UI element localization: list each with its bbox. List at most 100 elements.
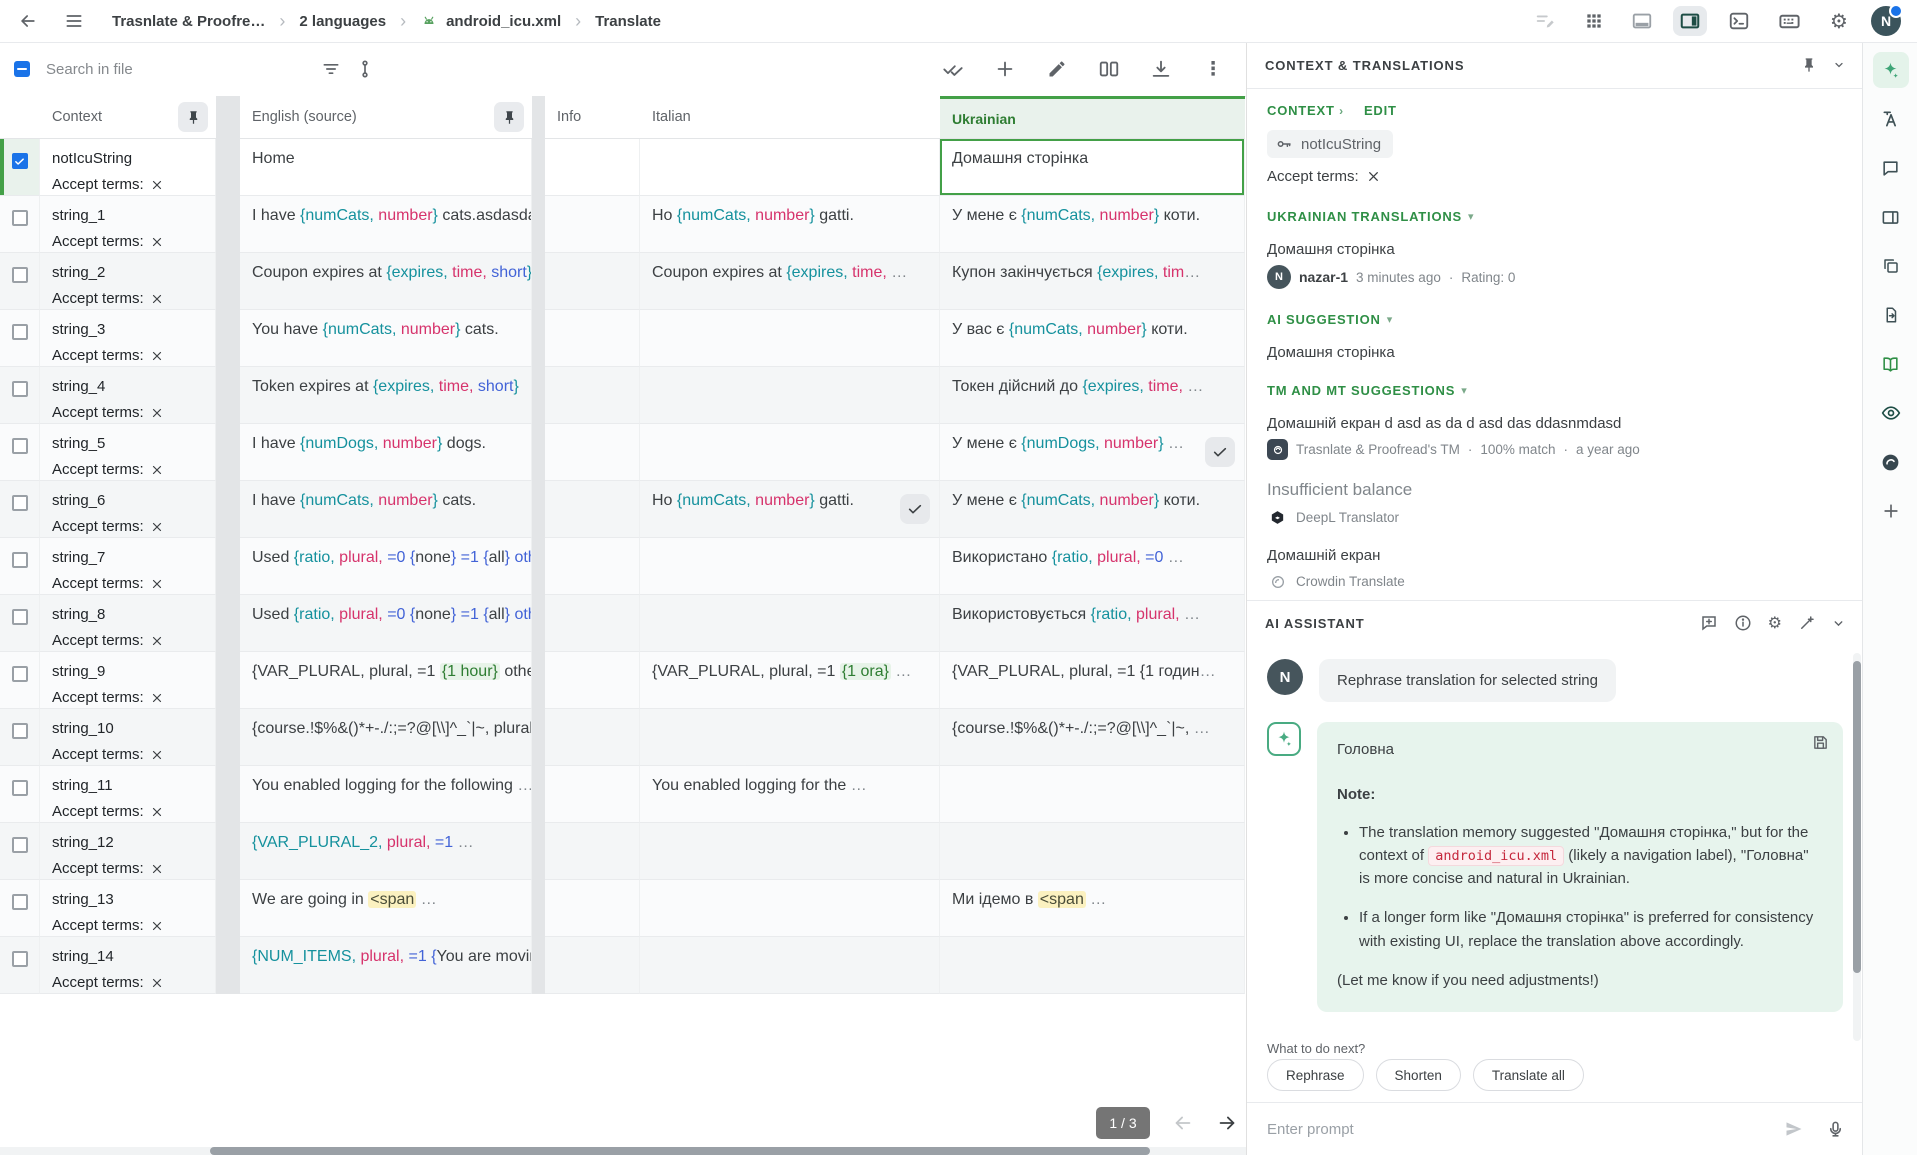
string-key-chip[interactable]: notIcuString (1267, 130, 1393, 158)
pin-column-icon[interactable] (178, 102, 208, 132)
mt-suggestion-crowdin[interactable]: Домашній екран Crowdin Translate (1267, 547, 1843, 592)
edit-link[interactable]: EDIT (1364, 103, 1397, 118)
source-cell-english[interactable]: You enabled logging for the following … (240, 766, 532, 823)
row-select-cell[interactable] (0, 253, 40, 310)
row-select-cell[interactable] (0, 424, 40, 481)
source-cell-english[interactable]: Token expires at {expires, time, short} (240, 367, 532, 424)
menu-icon[interactable] (56, 3, 92, 39)
translation-cell-italian[interactable] (640, 937, 940, 994)
row-checkbox[interactable] (12, 495, 28, 511)
translation-cell-italian[interactable]: {VAR_PLURAL, plural, =1 {1 ora} … (640, 652, 940, 709)
source-cell-english[interactable]: Coupon expires at {expires, time, short} (240, 253, 532, 310)
translation-cell-italian[interactable] (640, 709, 940, 766)
ai-settings-icon[interactable]: ⚙ (1768, 613, 1782, 633)
translation-cell-italian[interactable]: You enabled logging for the … (640, 766, 940, 823)
chat-scrollbar-thumb[interactable] (1853, 661, 1861, 973)
context-cell[interactable]: string_9Accept terms: (40, 652, 216, 709)
info-cell[interactable] (545, 253, 640, 310)
row-checkbox[interactable] (12, 951, 28, 967)
translation-cell-ukrainian[interactable]: Токен дійсний до {expires, time, … (940, 367, 1245, 424)
column-header-context[interactable]: Context (40, 96, 216, 139)
translation-cell-italian[interactable] (640, 823, 940, 880)
filter-icon[interactable] (314, 52, 348, 86)
row-checkbox[interactable] (12, 438, 28, 454)
row-checkbox[interactable] (12, 153, 28, 169)
pin-panel-icon[interactable] (1801, 57, 1817, 73)
language-proofread-icon[interactable] (1873, 101, 1909, 137)
right-panel-layout-icon[interactable] (1673, 6, 1707, 36)
translation-cell-italian[interactable]: Ho {numCats, number} gatti. (640, 196, 940, 253)
display-options-icon[interactable] (348, 52, 382, 86)
source-cell-english[interactable]: I have {numDogs, number} dogs. (240, 424, 532, 481)
column-header-italian[interactable]: Italian (640, 96, 940, 139)
breadcrumb-mode[interactable]: Translate (595, 13, 661, 30)
info-cell[interactable] (545, 709, 640, 766)
settings-gear-icon[interactable]: ⚙ (1821, 3, 1857, 39)
ai-suggestion-text[interactable]: Домашня сторінка (1267, 344, 1843, 361)
breadcrumb-file[interactable]: android_icu.xml (446, 13, 561, 30)
more-options-icon[interactable]: ⋮ (1196, 52, 1230, 86)
next-page-icon[interactable] (1216, 1112, 1238, 1134)
vertical-align-icon[interactable] (1144, 52, 1178, 86)
row-checkbox[interactable] (12, 780, 28, 796)
copy-icon[interactable] (1873, 248, 1909, 284)
select-all-checkbox[interactable] (14, 61, 30, 77)
back-icon[interactable] (10, 3, 46, 39)
translation-cell-ukrainian[interactable]: Домашня сторінка (940, 139, 1245, 196)
split-columns-icon[interactable] (1092, 52, 1126, 86)
info-icon[interactable] (1734, 614, 1752, 632)
source-cell-english[interactable]: {NUM_ITEMS, plural, =1 {You are moving … (240, 937, 532, 994)
keyboard-shortcuts-icon[interactable] (1771, 3, 1807, 39)
row-checkbox[interactable] (12, 609, 28, 625)
row-checkbox[interactable] (12, 666, 28, 682)
translation-cell-ukrainian[interactable]: Ми ідемо в <span … (940, 880, 1245, 937)
translation-cell-italian[interactable] (640, 310, 940, 367)
breadcrumb-languages[interactable]: 2 languages (299, 13, 386, 30)
row-select-cell[interactable] (0, 709, 40, 766)
prev-page-icon[interactable] (1172, 1112, 1194, 1134)
source-cell-english[interactable]: {VAR_PLURAL, plural, =1 {1 hour} other {… (240, 652, 532, 709)
row-checkbox[interactable] (12, 552, 28, 568)
context-cell[interactable]: string_7Accept terms: (40, 538, 216, 595)
translate-all-button[interactable]: Translate all (1473, 1059, 1584, 1091)
microphone-icon[interactable] (1826, 1120, 1845, 1139)
translation-cell-italian[interactable]: Coupon expires at {expires, time, … (640, 253, 940, 310)
translation-text[interactable]: Домашня сторінка (1267, 241, 1843, 258)
info-cell[interactable] (545, 367, 640, 424)
info-cell[interactable] (545, 766, 640, 823)
tm-suggestion[interactable]: Домашній екран d asd as da d asd das dda… (1267, 415, 1843, 460)
source-cell-english[interactable]: {course.!$%&()*+-./:;=?@[\\]^_`|~, plura… (240, 709, 532, 766)
source-cell-english[interactable]: Used {ratio, plural, =0 {none} =1 {all} … (240, 595, 532, 652)
context-cell[interactable]: string_14Accept terms: (40, 937, 216, 994)
user-avatar[interactable]: N (1871, 6, 1901, 36)
row-select-cell[interactable] (0, 880, 40, 937)
preview-eye-icon[interactable] (1873, 395, 1909, 431)
row-checkbox[interactable] (12, 210, 28, 226)
context-cell[interactable]: string_11Accept terms: (40, 766, 216, 823)
send-icon[interactable] (1784, 1119, 1804, 1139)
row-select-cell[interactable] (0, 595, 40, 652)
info-cell[interactable] (545, 823, 640, 880)
new-chat-icon[interactable] (1700, 614, 1718, 632)
horizontal-scrollbar[interactable] (0, 1147, 1246, 1155)
prompt-input[interactable] (1265, 1120, 1784, 1139)
comments-icon[interactable] (1873, 150, 1909, 186)
context-cell[interactable]: string_1Accept terms: (40, 196, 216, 253)
translation-cell-italian[interactable] (640, 139, 940, 196)
translation-cell-ukrainian[interactable]: У мене є {numDogs, number} … (940, 424, 1245, 481)
author-avatar[interactable]: N (1267, 265, 1291, 289)
page-indicator[interactable]: 1 / 3 (1096, 1107, 1150, 1139)
translation-cell-italian[interactable] (640, 595, 940, 652)
info-cell[interactable] (545, 595, 640, 652)
context-cell[interactable]: string_10Accept terms: (40, 709, 216, 766)
author-name[interactable]: nazar-1 (1299, 269, 1348, 285)
search-input[interactable] (44, 60, 278, 79)
file-export-icon[interactable] (1873, 297, 1909, 333)
source-cell-english[interactable]: We are going in <span … (240, 880, 532, 937)
info-cell[interactable] (545, 424, 640, 481)
context-cell[interactable]: string_5Accept terms: (40, 424, 216, 481)
save-suggestion-icon[interactable] (1812, 734, 1829, 751)
translation-cell-ukrainian[interactable]: {course.!$%&()*+-./:;=?@[\\]^_`|~, … (940, 709, 1245, 766)
translation-cell-italian[interactable]: Ho {numCats, number} gatti. (640, 481, 940, 538)
column-header-info[interactable]: Info (545, 96, 640, 139)
